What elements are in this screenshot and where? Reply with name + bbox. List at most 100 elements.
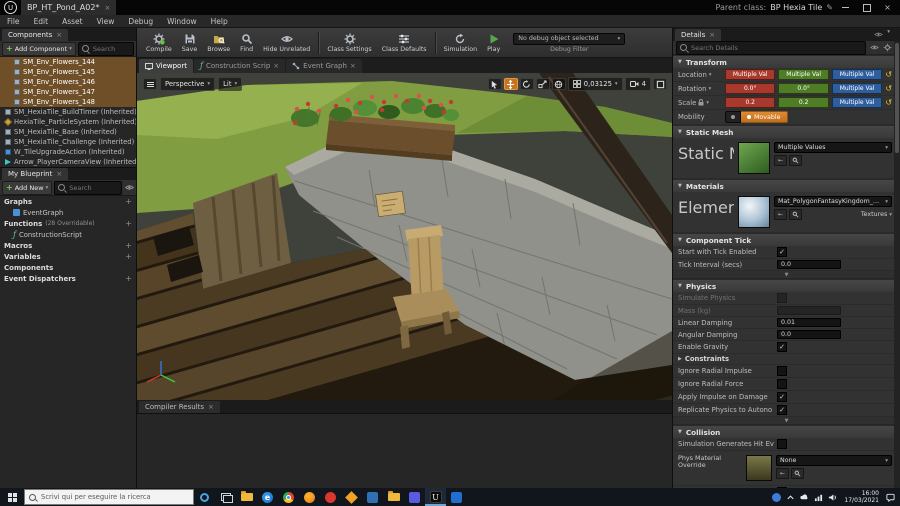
material-thumbnail[interactable] [738,196,770,228]
chrome-button[interactable] [278,488,299,506]
section-materials[interactable]: ▼ Materials [673,179,900,192]
component-tree-item[interactable]: SM_HexiaTile_BuildTimer (Inherited) [0,107,136,117]
location-label[interactable]: Location ▾ [678,71,722,79]
details-scrollbar[interactable] [894,41,900,488]
play-button[interactable]: Play [482,29,505,57]
tray-app-icon[interactable] [772,492,782,502]
phys-material-thumbnail[interactable] [746,455,772,481]
section-physics[interactable]: ▼ Physics [673,279,900,292]
mobility-movable-segment[interactable]: Movable [741,111,788,123]
taskbar-search[interactable] [24,489,194,505]
simulation-button[interactable]: Simulation [439,29,483,57]
my-blueprint-search-input[interactable] [67,182,118,193]
scale-z-field[interactable]: Multiple Val [831,97,883,108]
purple-app-button[interactable] [404,488,425,506]
section-collision[interactable]: ▼ Collision [673,425,900,438]
file-explorer-button[interactable] [236,488,257,506]
network-icon[interactable] [814,493,823,502]
use-selected-asset-icon[interactable]: ← [774,155,787,166]
add-new-button[interactable]: + Add New ▾ [2,180,53,195]
material-dropdown[interactable]: Mat_PolygonFantasyKingdom_Mat_01 ▾ [774,196,892,207]
window-close-button[interactable]: × [879,1,896,14]
static-mesh-thumbnail[interactable] [738,142,770,174]
section-transform[interactable]: ▼ Transform [673,55,900,68]
close-icon[interactable]: × [350,62,356,70]
ignore-radial-impulse-checkbox[interactable] [777,366,787,376]
menu-item-debug[interactable]: Debug [121,17,160,26]
grid-snap-control[interactable]: 0,03125 ▾ [567,77,623,91]
apply-impulse-on-damage-checkbox[interactable]: ✓ [777,392,787,402]
tab-viewport[interactable]: Viewport [139,59,193,73]
section-static-mesh[interactable]: ▼ Static Mesh [673,125,900,138]
action-center-icon[interactable] [886,493,895,502]
tick-interval-field[interactable]: 0.0 [777,260,841,269]
scale-y-field[interactable]: 0.2 [778,97,829,108]
menu-item-file[interactable]: File [0,17,27,26]
component-tree-item[interactable]: SM_HexiaTile_Base (Inherited) [0,127,136,137]
scale-x-field[interactable]: 0.2 [725,97,776,108]
add-macro-icon[interactable]: + [125,241,132,250]
edge-button[interactable]: e [257,488,278,506]
firefox-button[interactable] [299,488,320,506]
components-search-input[interactable] [90,43,130,54]
class-settings-button[interactable]: Class Settings [322,29,376,57]
clock[interactable]: 16:00 17/03/2021 [842,490,881,504]
add-component-button[interactable]: + Add Component ▾ [2,41,76,56]
folder-app-button[interactable] [383,488,404,506]
cortana-button[interactable] [194,488,215,506]
component-tree-item[interactable]: SM_Env_Flowers_146 [0,77,136,87]
location-z-field[interactable]: Multiple Val [831,69,883,80]
enable-gravity-checkbox[interactable]: ✓ [777,342,787,352]
volume-icon[interactable] [828,493,837,502]
debug-object-dropdown[interactable]: No debug object selected ▾ [513,32,626,45]
scale-tool-icon[interactable] [535,78,550,90]
minimize-button[interactable] [837,1,854,14]
details-search-input[interactable] [689,42,862,53]
linear-damping-field[interactable]: 0.01 [777,318,841,327]
class-defaults-button[interactable]: Class Defaults [377,29,432,57]
rotation-z-field[interactable]: Multiple Val [831,83,883,94]
reset-scale-icon[interactable]: ↺ [885,98,892,107]
close-icon[interactable]: × [208,403,214,411]
mobility-static-segment[interactable] [725,111,741,123]
section-functions[interactable]: Functions (28 Overridable) + [0,218,136,229]
static-mesh-dropdown[interactable]: Multiple Values ▾ [774,142,892,153]
constraints-row[interactable]: ▶ Constraints [673,354,900,365]
component-tree-item[interactable]: HexiaTile_ParticleSystem (Inherited) [0,117,136,127]
item-eventgraph[interactable]: EventGraph [0,207,136,218]
use-selected-asset-icon[interactable]: ← [776,468,789,479]
section-variables[interactable]: Variables + [0,251,136,262]
component-tree-item[interactable]: SM_Env_Flowers_147 [0,87,136,97]
simulation-generates-hit-checkbox[interactable] [777,439,787,449]
rotation-y-field[interactable]: 0.0° [778,83,829,94]
filter-visibility-icon[interactable] [124,183,134,193]
component-tree-item[interactable]: W_TileUpgradeAction (Inherited) [0,147,136,157]
task-view-button[interactable] [215,488,236,506]
tab-construction-script[interactable]: ƒ Construction Scrip × [193,59,286,73]
world-local-toggle-icon[interactable] [551,78,566,90]
rotation-x-field[interactable]: 0.0° [725,83,776,94]
ignore-radial-force-checkbox[interactable] [777,379,787,389]
expand-advanced-icon[interactable]: ▼ [673,271,900,279]
scrollbar-thumb[interactable] [895,43,899,153]
hide-unrelated-button[interactable]: Hide Unrelated [258,29,315,57]
reset-rotation-icon[interactable]: ↺ [885,84,892,93]
section-component-tick[interactable]: ▼ Component Tick [673,233,900,246]
section-event-dispatchers[interactable]: Event Dispatchers + [0,273,136,284]
tab-my-blueprint[interactable]: My Blueprint × [2,168,69,180]
section-macros[interactable]: Macros + [0,240,136,251]
add-function-icon[interactable]: + [125,219,132,228]
rotate-tool-icon[interactable] [519,78,534,90]
compile-button[interactable]: Compile [141,29,177,57]
add-graph-icon[interactable]: + [125,197,132,206]
section-graphs[interactable]: Graphs + [0,196,136,207]
orange-app-button[interactable] [341,488,362,506]
add-variable-icon[interactable]: + [125,252,132,261]
menu-item-edit[interactable]: Edit [27,17,56,26]
component-tree-item[interactable]: SM_Env_Flowers_148 [0,97,136,107]
tab-components[interactable]: Components × [2,29,69,41]
viewport-options-icon[interactable] [143,78,157,90]
tab-compiler-results[interactable]: Compiler Results × [139,401,220,413]
maximize-button[interactable] [858,1,875,14]
lit-dropdown[interactable]: Lit ▾ [218,77,243,91]
